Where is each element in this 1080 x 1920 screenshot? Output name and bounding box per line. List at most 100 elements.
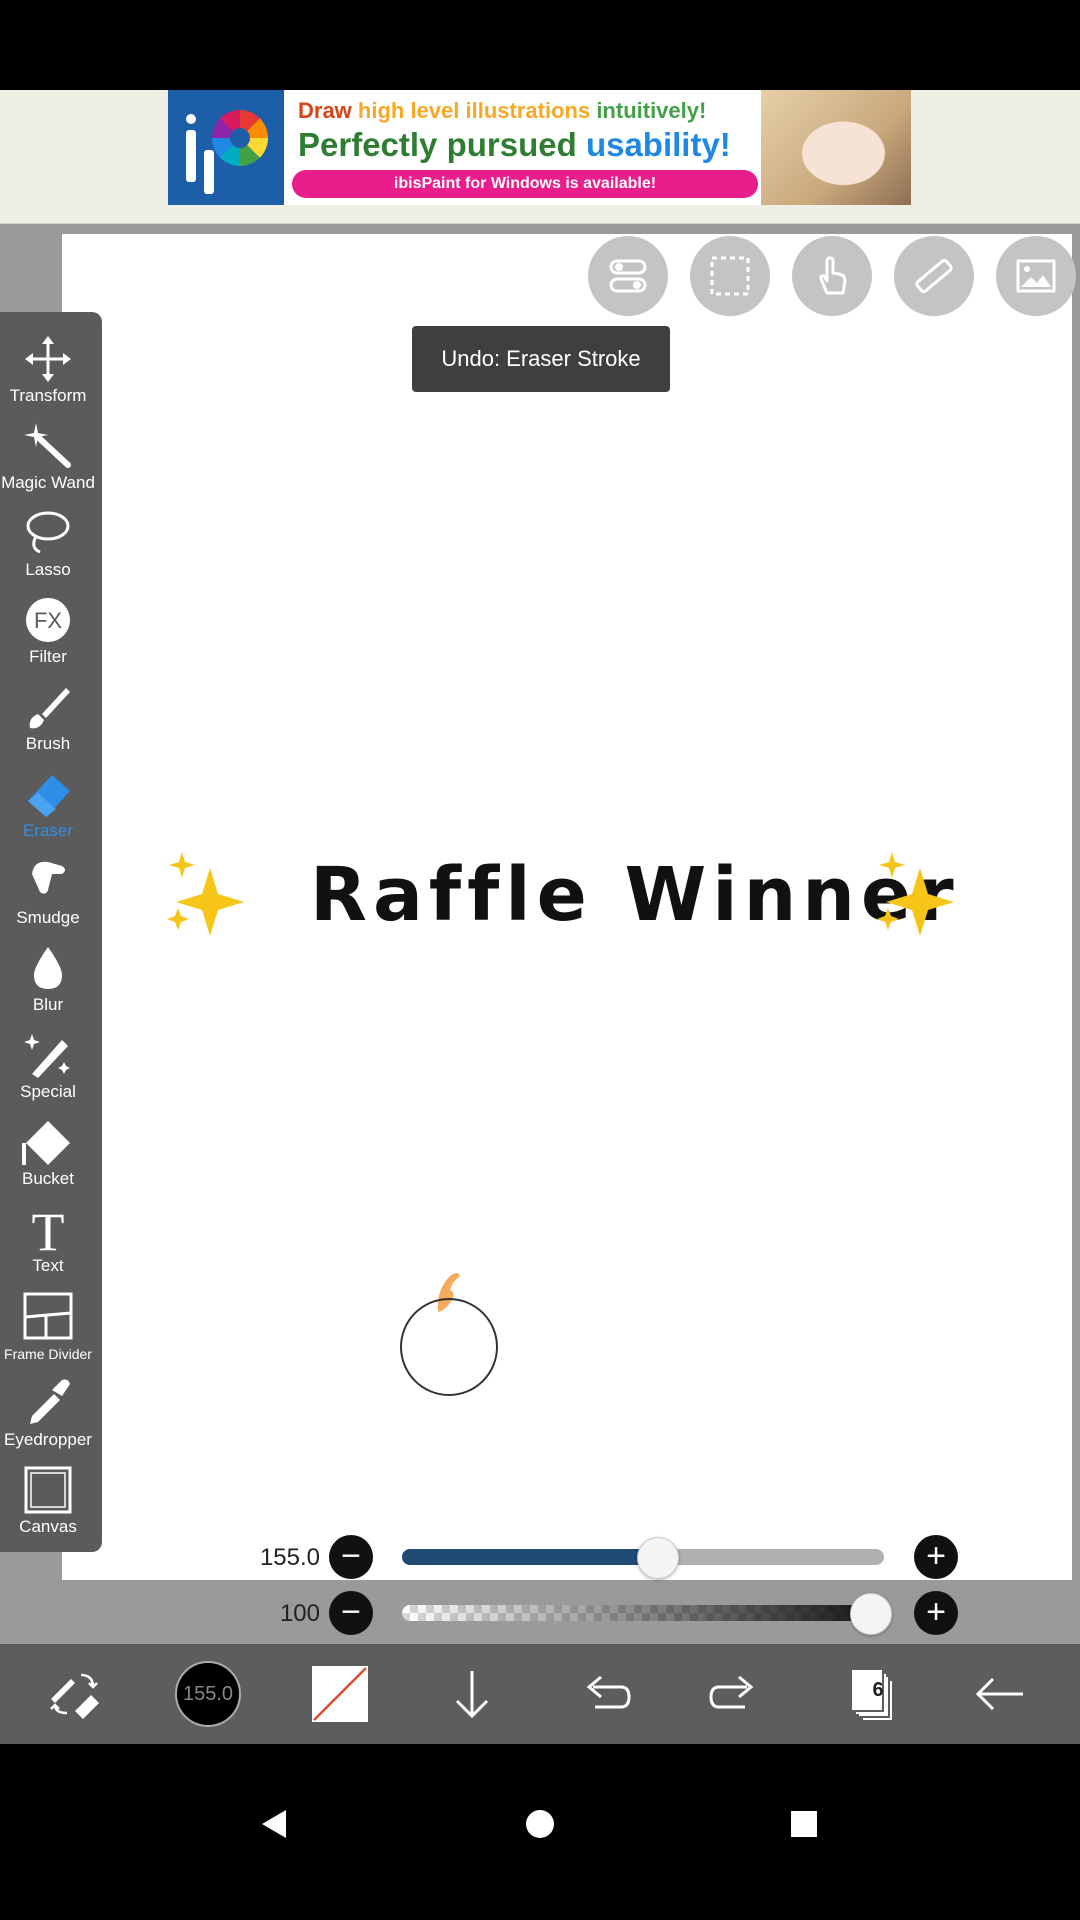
tool-palette: Transform Magic Wand Lasso FX Filter Bru… xyxy=(0,312,102,1552)
tool-label: Magic Wand xyxy=(1,473,95,492)
toggle-settings-button[interactable] xyxy=(588,236,668,316)
tool-label: Eraser xyxy=(22,821,74,840)
move-arrows-icon xyxy=(22,334,74,384)
selection-button[interactable] xyxy=(690,236,770,316)
tool-label: Special xyxy=(20,1082,76,1101)
size-decrease-button[interactable]: − xyxy=(329,1535,373,1579)
tool-label: Filter xyxy=(29,647,67,666)
tool-label: Brush xyxy=(25,734,71,753)
eraser-icon xyxy=(22,769,74,819)
tool-label: Smudge xyxy=(16,908,80,927)
tool-label: Text xyxy=(32,1256,64,1275)
tool-magic-wand[interactable]: Magic Wand xyxy=(0,415,96,502)
undo-button[interactable] xyxy=(554,1644,654,1744)
selection-icon xyxy=(710,256,750,296)
ad-banner[interactable]: Draw high level illustrations intuitivel… xyxy=(168,90,911,205)
tool-special[interactable]: Special xyxy=(0,1024,96,1111)
svg-text:FX: FX xyxy=(34,608,62,633)
bottom-toolbar: 155.0 6 xyxy=(0,1644,1080,1744)
redo-icon xyxy=(709,1675,754,1709)
opacity-decrease-button[interactable]: − xyxy=(329,1591,373,1635)
redo-button[interactable] xyxy=(686,1644,786,1744)
toggle-icon xyxy=(609,259,647,293)
ruler-button[interactable] xyxy=(894,236,974,316)
color-swatch xyxy=(312,1666,368,1722)
size-fill xyxy=(402,1549,658,1565)
opacity-slider: 100 − + xyxy=(0,1588,1080,1638)
ad-area: Draw high level illustrations intuitivel… xyxy=(0,90,1080,224)
fx-icon: FX xyxy=(22,595,74,645)
nav-home-button[interactable] xyxy=(510,1794,570,1854)
ad-text: Draw xyxy=(298,98,358,123)
triangle-back-icon xyxy=(262,1810,286,1838)
smudge-icon xyxy=(22,856,74,906)
size-knob[interactable] xyxy=(637,1537,680,1579)
import-button[interactable] xyxy=(422,1644,522,1744)
size-increase-button[interactable]: + xyxy=(914,1535,958,1579)
ad-headline: Draw high level illustrations intuitivel… xyxy=(298,98,706,124)
reference-button[interactable] xyxy=(996,236,1076,316)
tool-label: Lasso xyxy=(25,560,71,579)
system-navigation-bar xyxy=(0,1744,1080,1920)
tool-label: Frame Divider xyxy=(4,1346,92,1362)
ad-character-image xyxy=(761,90,911,205)
tool-filter[interactable]: FX Filter xyxy=(0,589,96,676)
arrow-left-icon xyxy=(975,1677,1023,1711)
canvas-icon xyxy=(22,1465,74,1515)
opacity-track[interactable] xyxy=(402,1605,884,1621)
undo-toast: Undo: Eraser Stroke xyxy=(412,326,670,392)
tool-label: Bucket xyxy=(22,1169,74,1188)
brush-size-indicator: 155.0 xyxy=(175,1661,241,1727)
tool-brush[interactable]: Brush xyxy=(0,676,96,763)
brush-size-button[interactable]: 155.0 xyxy=(158,1644,258,1744)
bucket-icon xyxy=(22,1117,74,1167)
brush-eraser-swap-icon xyxy=(50,1673,99,1719)
canvas-headline: Raffle Winner xyxy=(160,848,1000,948)
lasso-icon xyxy=(22,508,74,558)
ad-text: usability! xyxy=(585,126,731,163)
undo-icon xyxy=(586,1675,631,1709)
ad-text: high level illustrations xyxy=(357,98,597,123)
tool-eyedropper[interactable]: Eyedropper xyxy=(0,1372,96,1459)
ad-text: intuitively! xyxy=(596,98,707,123)
nav-recents-button[interactable] xyxy=(774,1794,834,1854)
tool-frame-divider[interactable]: Frame Divider xyxy=(0,1285,96,1372)
tool-text[interactable]: T Text xyxy=(0,1198,96,1285)
status-bar xyxy=(0,0,1080,90)
tool-label: Eyedropper xyxy=(4,1430,92,1449)
back-button[interactable] xyxy=(950,1644,1050,1744)
tool-label: Transform xyxy=(9,386,87,405)
svg-text:T: T xyxy=(32,1204,65,1254)
sparkles-icon xyxy=(167,852,244,936)
brush-size-value: 155.0 xyxy=(259,1544,320,1571)
tool-blur[interactable]: Blur xyxy=(0,937,96,1024)
ad-text: Perfectly pursued xyxy=(298,126,586,163)
opacity-knob[interactable] xyxy=(850,1593,892,1635)
tool-switch-button[interactable] xyxy=(24,1644,124,1744)
sparkles-icon xyxy=(877,852,954,936)
frame-divider-icon xyxy=(22,1291,74,1341)
headline-text: Raffle Winner xyxy=(310,852,960,938)
drop-icon xyxy=(22,943,74,993)
circle-home-icon xyxy=(526,1810,554,1838)
tool-eraser[interactable]: Eraser xyxy=(0,763,96,850)
layers-button[interactable]: 6 xyxy=(818,1644,918,1744)
tool-lasso[interactable]: Lasso xyxy=(0,502,96,589)
layers-icon: 6 xyxy=(839,1665,897,1723)
image-icon xyxy=(1016,259,1056,293)
ibispaint-logo xyxy=(168,90,284,205)
tool-smudge[interactable]: Smudge xyxy=(0,850,96,937)
brush-icon xyxy=(22,682,74,732)
opacity-increase-button[interactable]: + xyxy=(914,1591,958,1635)
arrow-down-icon xyxy=(455,1671,489,1719)
magic-wand-icon xyxy=(22,421,74,471)
ruler-icon xyxy=(915,258,953,294)
tool-bucket[interactable]: Bucket xyxy=(0,1111,96,1198)
eyedropper-icon xyxy=(22,1378,74,1428)
nav-back-button[interactable] xyxy=(244,1794,304,1854)
color-button[interactable] xyxy=(290,1644,390,1744)
tool-transform[interactable]: Transform xyxy=(0,328,96,415)
brush-size-slider: 155.0 − + xyxy=(0,1532,1080,1582)
ad-tagline: Perfectly pursued usability! xyxy=(298,126,731,164)
touch-button[interactable] xyxy=(792,236,872,316)
